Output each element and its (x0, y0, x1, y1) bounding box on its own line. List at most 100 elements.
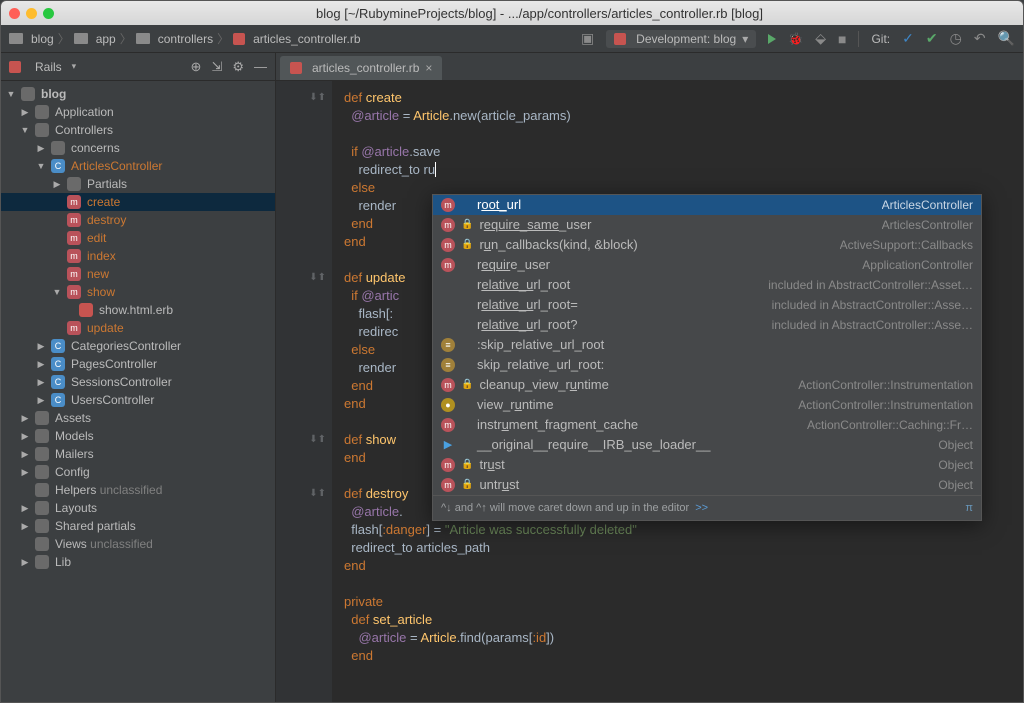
method-icon: m (441, 478, 455, 492)
hide-icon[interactable]: — (254, 59, 267, 74)
method-icon: m (67, 285, 81, 299)
completion-label: require_same_user (479, 216, 591, 234)
completion-label: root_url (477, 196, 521, 214)
run-icon[interactable] (768, 34, 776, 44)
window-titlebar: blog [~/RubymineProjects/blog] - .../app… (1, 1, 1023, 25)
completion-item[interactable]: m🔒require_same_userArticlesController (433, 215, 981, 235)
search-icon[interactable]: 🔍 (998, 30, 1015, 47)
tree-item-create[interactable]: create (87, 195, 120, 209)
tree-item[interactable]: Views (55, 537, 87, 551)
tree-item[interactable]: concerns (71, 141, 120, 155)
stop-icon[interactable]: ■ (838, 31, 846, 47)
undo-icon[interactable]: ↶ (974, 30, 986, 47)
tree-item[interactable]: UsersController (71, 393, 154, 407)
folder-icon (35, 519, 49, 533)
project-tree[interactable]: ▼blog ▶Application ▼Controllers ▶concern… (1, 81, 275, 702)
completion-label: relative_url_root (477, 276, 570, 294)
completion-item[interactable]: mrequire_userApplicationController (433, 255, 981, 275)
tree-item[interactable]: show (87, 285, 115, 299)
tree-item[interactable]: Mailers (55, 447, 94, 461)
tree-item[interactable]: Assets (55, 411, 91, 425)
debug-icon[interactable]: 🐞 (788, 32, 803, 46)
completion-label: relative_url_root? (477, 316, 577, 334)
editor-tab[interactable]: articles_controller.rb × (280, 56, 442, 80)
lock-icon: 🔒 (461, 476, 473, 494)
completion-item[interactable]: relative_url_root? included in AbstractCo… (433, 315, 981, 335)
rails-icon (614, 33, 626, 45)
maximize-window-icon[interactable] (43, 8, 54, 19)
folder-icon (35, 411, 49, 425)
class-icon: C (51, 357, 65, 371)
completion-hint: included in AbstractController::Asse… (772, 316, 973, 334)
completion-label: :skip_relative_url_root (477, 336, 604, 354)
folder-icon (51, 141, 65, 155)
collapse-icon[interactable]: ⇲ (211, 59, 222, 75)
completion-hint: included in AbstractController::Asset… (768, 276, 973, 294)
completion-item[interactable]: ▶__original__require__IRB_use_loader__Ob… (433, 435, 981, 455)
tree-item[interactable]: index (87, 249, 116, 263)
tree-item[interactable]: Partials (87, 177, 127, 191)
tree-item[interactable]: ArticlesController (71, 159, 162, 173)
method-icon: m (67, 321, 81, 335)
completion-label: view_runtime (477, 396, 554, 414)
rails-icon (9, 61, 21, 73)
coverage-icon[interactable]: ⬙ (815, 30, 826, 47)
git-commit-icon[interactable]: ✔ (926, 30, 938, 47)
completion-item[interactable]: relative_url_root=included in AbstractCo… (433, 295, 981, 315)
completion-item[interactable]: m🔒trustObject (433, 455, 981, 475)
class-icon: C (51, 375, 65, 389)
completion-item[interactable]: ≡skip_relative_url_root: (433, 355, 981, 375)
history-icon[interactable]: ◷ (950, 30, 962, 47)
breadcrumb-item[interactable]: blog (31, 32, 54, 46)
folder-icon (35, 483, 49, 497)
build-icon[interactable]: ▣ (581, 30, 594, 47)
breadcrumb-item[interactable]: articles_controller.rb (253, 32, 360, 46)
tree-item[interactable]: SessionsController (71, 375, 172, 389)
completion-item[interactable]: ●view_runtimeActionController::Instrumen… (433, 395, 981, 415)
tree-item[interactable]: PagesController (71, 357, 157, 371)
folder-icon (21, 87, 35, 101)
completion-item[interactable]: minstrument_fragment_cacheActionControll… (433, 415, 981, 435)
git-update-icon[interactable]: ✓ (902, 30, 914, 47)
close-tab-icon[interactable]: × (425, 61, 432, 75)
locate-icon[interactable]: ⊕ (191, 59, 202, 75)
minimize-window-icon[interactable] (26, 8, 37, 19)
close-window-icon[interactable] (9, 8, 20, 19)
tree-item[interactable]: Layouts (55, 501, 97, 515)
tree-item[interactable]: Controllers (55, 123, 113, 137)
breadcrumb-item[interactable]: controllers (158, 32, 213, 46)
completion-item[interactable]: mroot_urlArticlesController (433, 195, 981, 215)
breadcrumb-item[interactable]: app (96, 32, 116, 46)
folder-icon (74, 33, 88, 44)
field-icon: ● (441, 398, 455, 412)
tree-item[interactable]: CategoriesController (71, 339, 181, 353)
settings-icon[interactable]: ⚙ (232, 59, 244, 75)
completion-hint: Object (938, 476, 973, 494)
tree-item[interactable]: new (87, 267, 109, 281)
lock-icon: 🔒 (461, 376, 473, 394)
completion-popup[interactable]: mroot_urlArticlesControllerm 🔒 require_sam… (432, 194, 982, 521)
tree-item[interactable]: Lib (55, 555, 71, 569)
completion-more-link[interactable]: >> (695, 499, 708, 517)
tree-item[interactable]: Config (55, 465, 90, 479)
tree-item[interactable]: Application (55, 105, 114, 119)
tree-item[interactable]: destroy (87, 213, 126, 227)
tree-item[interactable]: Helpers (55, 483, 96, 497)
method-icon: m (67, 249, 81, 263)
completion-item[interactable]: ≡:skip_relative_url_root (433, 335, 981, 355)
lock-icon: 🔒 (461, 216, 473, 234)
completion-item[interactable]: m🔒run_callbacks(kind, &block)ActiveSuppo… (433, 235, 981, 255)
run-config-selector[interactable]: Development: blog ▾ (606, 30, 756, 48)
tree-item[interactable]: Models (55, 429, 94, 443)
completion-item[interactable]: m🔒untrustObject (433, 475, 981, 495)
completion-item[interactable]: m🔒cleanup_view_runtimeActionController::… (433, 375, 981, 395)
ruby-file-icon (290, 62, 302, 74)
tree-item[interactable]: edit (87, 231, 106, 245)
completion-item[interactable]: relative_url_root included in AbstractCon… (433, 275, 981, 295)
folder-icon (35, 465, 49, 479)
tree-root[interactable]: blog (41, 87, 66, 101)
tree-item[interactable]: update (87, 321, 124, 335)
tree-item[interactable]: Shared partials (55, 519, 136, 533)
tree-item[interactable]: show.html.erb (99, 303, 173, 317)
class-icon: C (51, 339, 65, 353)
